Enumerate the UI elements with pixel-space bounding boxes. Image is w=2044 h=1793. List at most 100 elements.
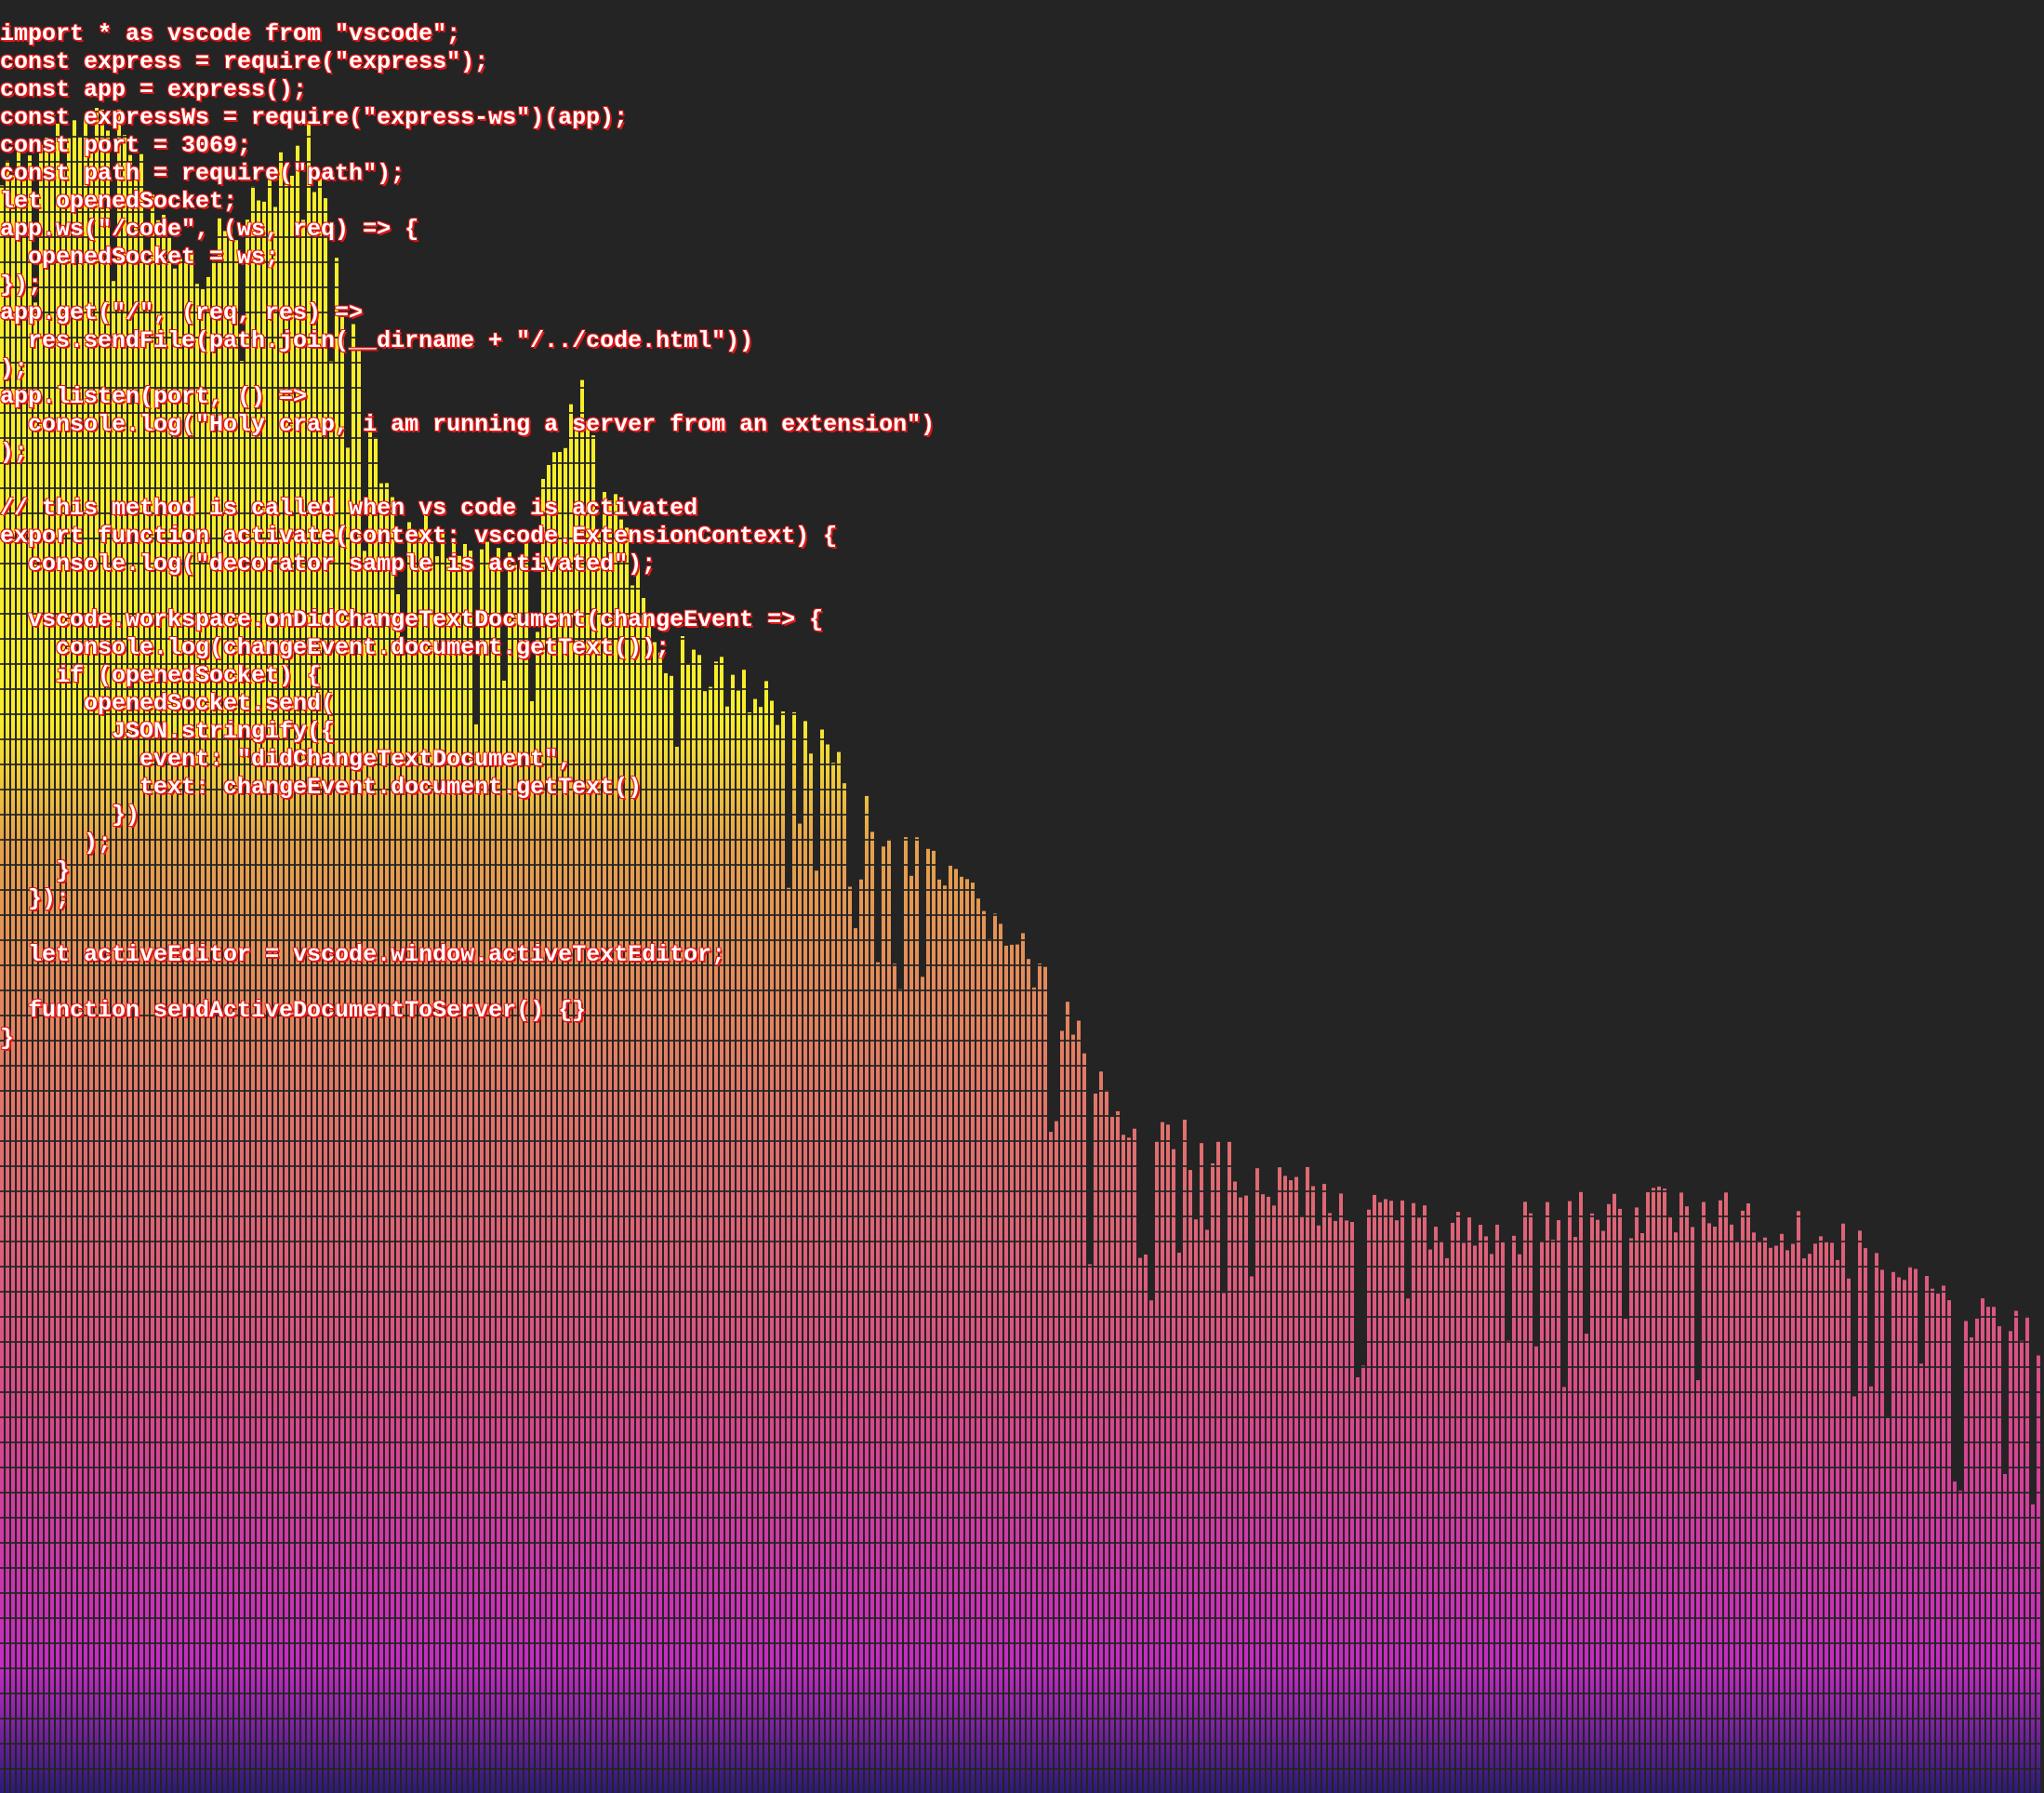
visualizer-bar	[1841, 1223, 1845, 1793]
code-line: function sendActiveDocumentToServer() {}	[0, 997, 587, 1024]
visualizer-bar	[1389, 1201, 1393, 1793]
code-line: })	[0, 802, 140, 829]
visualizer-bar	[1183, 1120, 1187, 1793]
visualizer-bar	[1601, 1230, 1605, 1793]
bar-row-gap	[0, 1266, 2044, 1268]
code-line: if (openedSocket) {	[0, 662, 322, 689]
visualizer-bar	[1668, 1217, 1672, 1793]
visualizer-bar	[2009, 1331, 2012, 1793]
visualizer-bar	[1451, 1222, 1454, 1793]
visualizer-bar	[1334, 1220, 1337, 1793]
visualizer-bar	[1356, 1377, 1360, 1793]
visualizer-bar	[1908, 1266, 1912, 1793]
code-line: app.ws("/code", (ws, req) => {	[0, 216, 419, 243]
visualizer-bar	[1244, 1195, 1248, 1793]
visualizer-bar	[1523, 1202, 1527, 1793]
code-line: }	[0, 1025, 15, 1052]
code-line: }	[0, 857, 71, 884]
visualizer-bar	[1250, 1276, 1254, 1793]
bar-row-gap	[0, 1617, 2044, 1619]
visualizer-bar	[1395, 1220, 1399, 1793]
visualizer-bar	[1596, 1219, 1599, 1793]
visualizer-bar	[960, 876, 963, 1793]
visualizer-bar	[2003, 1474, 2007, 1793]
visualizer-bar	[1071, 1034, 1075, 1793]
visualizer-bar	[1506, 1340, 1510, 1793]
visualizer-bar	[1116, 1110, 1120, 1793]
visualizer-bar	[1931, 1288, 1934, 1793]
visualizer-bar	[1311, 1186, 1315, 1793]
visualizer-bar	[1077, 1020, 1081, 1793]
code-visualizer-canvas: import * as vscode from "vscode"; const e…	[0, 0, 2044, 1793]
code-line: import * as vscode from "vscode";	[0, 20, 461, 47]
visualizer-bar	[1719, 1200, 1722, 1793]
visualizer-bar	[988, 938, 991, 1793]
visualizer-bar	[1317, 1225, 1321, 1793]
visualizer-bar	[1294, 1176, 1298, 1793]
visualizer-bar	[1741, 1210, 1745, 1793]
bar-row-gap	[0, 1316, 2044, 1318]
code-line: JSON.stringify({	[0, 718, 336, 745]
visualizer-bar	[1847, 1278, 1851, 1793]
visualizer-bar	[1691, 1227, 1694, 1793]
visualizer-bar	[1864, 1248, 1867, 1793]
visualizer-bar	[1707, 1223, 1711, 1793]
code-line: const path = require("path");	[0, 160, 405, 187]
visualizer-bar	[1261, 1194, 1265, 1793]
visualizer-bar	[1032, 987, 1036, 1793]
visualizer-bar	[1785, 1250, 1789, 1793]
code-line: const port = 3069;	[0, 132, 252, 159]
visualizer-bar	[1585, 1334, 1588, 1793]
bar-row-gap	[0, 1441, 2044, 1443]
visualizer-bar	[1194, 1219, 1198, 1793]
visualizer-bar	[2020, 1340, 2024, 1793]
bar-row-gap	[0, 1517, 2044, 1519]
visualizer-bar	[1233, 1181, 1237, 1793]
visualizer-bar	[1055, 1121, 1058, 1793]
visualizer-bar	[1802, 1258, 1806, 1793]
visualizer-bar	[1361, 1365, 1365, 1793]
visualizer-bar	[1534, 1346, 1538, 1793]
code-line: app.listen(port, () =>	[0, 383, 308, 410]
visualizer-bar	[1869, 1386, 1873, 1793]
visualizer-bar	[1417, 1217, 1421, 1793]
code-line: openedSocket = ws;	[0, 244, 280, 271]
visualizer-bar	[1992, 1307, 1996, 1793]
visualizer-bar	[1445, 1257, 1449, 1793]
visualizer-bar	[1880, 1269, 1884, 1793]
bar-row-gap	[0, 1542, 2044, 1544]
visualizer-bar	[1110, 1117, 1114, 1793]
visualizer-bar	[898, 989, 902, 1793]
visualizer-bar	[1551, 1240, 1555, 1793]
bar-row-gap	[0, 1090, 2044, 1092]
visualizer-bar	[1568, 1201, 1572, 1793]
visualizer-bar	[1713, 1227, 1717, 1793]
code-line: );	[0, 355, 29, 382]
visualizer-bar	[1573, 1237, 1577, 1793]
visualizer-bar	[1345, 1220, 1348, 1793]
visualizer-bar	[1624, 1319, 1627, 1793]
visualizer-bar	[1010, 944, 1014, 1793]
visualizer-bar	[1066, 1002, 1069, 1793]
visualizer-bar	[1702, 1202, 1706, 1793]
visualizer-bar	[954, 869, 958, 1793]
visualizer-bar	[1373, 1194, 1376, 1793]
visualizer-bar	[1618, 1208, 1622, 1793]
visualizer-bar	[1428, 1249, 1432, 1793]
code-line: // this method is called when vs code is…	[0, 495, 698, 522]
visualizer-bar	[937, 879, 941, 1793]
visualizer-bar	[999, 923, 1002, 1793]
visualizer-bar	[1836, 1259, 1839, 1793]
visualizer-bar	[1685, 1206, 1689, 1793]
bar-row-gap	[0, 1416, 2044, 1418]
visualizer-bar	[1769, 1247, 1772, 1793]
visualizer-bar	[1177, 1253, 1181, 1793]
visualizer-bar	[1015, 944, 1019, 1793]
bar-row-gap	[0, 1768, 2044, 1770]
visualizer-bar	[1306, 1166, 1309, 1793]
visualizer-bar	[1082, 1053, 1086, 1793]
code-overlay: import * as vscode from "vscode"; const e…	[0, 20, 935, 1053]
visualizer-bar	[1557, 1220, 1560, 1793]
